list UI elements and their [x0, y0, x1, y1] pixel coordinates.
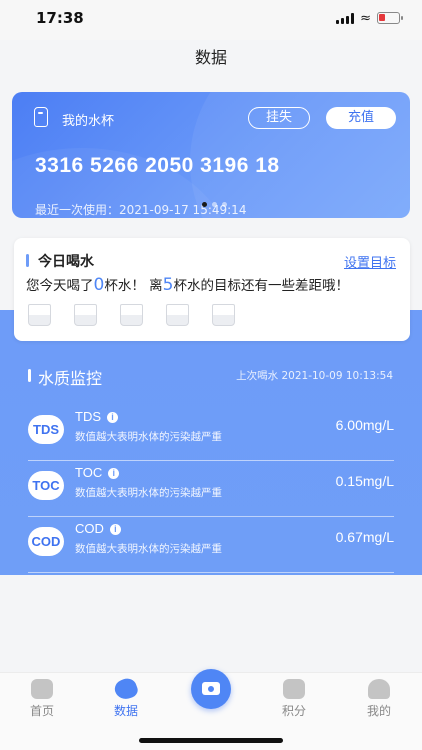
quality-name: COD i	[75, 521, 121, 536]
cup-card[interactable]: 我的水杯 挂失 充值 3316 5266 2050 3196 18 最近一次使用…	[12, 92, 410, 218]
battery-icon	[377, 12, 403, 24]
tab-home[interactable]: 首页	[12, 679, 72, 719]
carousel-dot-active[interactable]	[202, 202, 207, 207]
cup-empty-icon	[28, 304, 51, 326]
data-icon	[112, 675, 140, 703]
quality-name-text: TOC	[75, 465, 103, 480]
card-number: 3316 5266 2050 3196 18	[35, 154, 280, 177]
drink-msg-text: 杯水！ 离	[104, 278, 163, 294]
tab-label: 积分	[281, 704, 306, 718]
quality-value: 6.00mg/L	[335, 417, 394, 433]
quality-row-toc: TOC TOC i 数值越大表明水体的污染越严重 0.15mg/L	[28, 461, 394, 517]
today-drink-card: 今日喝水 设置目标 您今天喝了0杯水！ 离5杯水的目标还有一些差距哦！	[14, 238, 410, 341]
info-icon[interactable]: i	[109, 524, 121, 535]
quality-row-tds: TDS TDS i 数值越大表明水体的污染越严重 6.00mg/L	[28, 405, 394, 461]
quality-value: 0.15mg/L	[335, 473, 394, 489]
quality-name-text: COD	[75, 521, 104, 536]
tds-badge-icon: TDS	[28, 415, 64, 444]
quality-desc: 数值越大表明水体的污染越严重	[75, 431, 222, 443]
drink-title: 今日喝水	[38, 254, 94, 270]
toc-badge-icon: TOC	[28, 471, 64, 500]
cup-empty-icon	[120, 304, 143, 326]
tab-label: 我的	[366, 704, 391, 718]
water-quality-title: 水质监控	[38, 369, 103, 388]
section-marker	[26, 254, 29, 267]
recharge-button[interactable]: 充值	[326, 107, 396, 129]
carousel-dots[interactable]	[202, 202, 227, 207]
tab-data[interactable]: 数据	[96, 675, 156, 719]
quality-desc: 数值越大表明水体的污染越严重	[75, 543, 222, 555]
cup-empty-icon	[212, 304, 235, 326]
cup-icon	[34, 107, 48, 127]
home-indicator	[139, 738, 283, 743]
report-loss-button[interactable]: 挂失	[248, 107, 310, 129]
set-goal-link[interactable]: 设置目标	[344, 252, 396, 271]
tab-mine[interactable]: 我的	[349, 679, 409, 719]
status-bar: 17:38 ≈	[0, 0, 422, 40]
home-icon	[31, 679, 53, 699]
cup-progress	[28, 304, 235, 326]
drink-message: 您今天喝了0杯水！ 离5杯水的目标还有一些差距哦！	[26, 274, 349, 295]
info-icon[interactable]: i	[108, 468, 120, 479]
cup-empty-icon	[74, 304, 97, 326]
camera-lens	[207, 684, 215, 693]
section-marker	[28, 369, 31, 382]
quality-desc: 数值越大表明水体的污染越严重	[75, 487, 222, 499]
quality-value: 0.67mg/L	[335, 529, 394, 545]
page-title: 数据	[194, 48, 227, 67]
signal-icon	[336, 12, 355, 24]
scan-camera-button[interactable]	[191, 669, 231, 709]
points-icon	[283, 679, 305, 699]
card-title: 我的水杯	[62, 114, 115, 129]
quality-row-cod: COD COD i 数值越大表明水体的污染越严重 0.67mg/L	[28, 517, 394, 573]
info-icon[interactable]: i	[107, 412, 118, 423]
cup-empty-icon	[166, 304, 189, 326]
carousel-dot[interactable]	[222, 202, 227, 207]
cups-remaining: 5	[162, 275, 174, 295]
tab-points[interactable]: 积分	[264, 679, 324, 719]
status-icons: ≈	[336, 10, 403, 26]
tab-label: 数据	[113, 704, 138, 718]
quality-name: TOC i	[75, 465, 120, 480]
user-icon	[368, 679, 390, 699]
carousel-dot[interactable]	[212, 202, 217, 207]
cod-badge-icon: COD	[28, 527, 64, 556]
wifi-icon: ≈	[360, 10, 371, 26]
status-time: 17:38	[36, 9, 84, 27]
cups-drunk: 0	[93, 275, 105, 295]
quality-name: TDS i	[75, 409, 118, 424]
drink-msg-text: 杯水的目标还有一些差距哦！	[173, 278, 349, 294]
quality-name-text: TDS	[75, 409, 101, 424]
drink-msg-text: 您今天喝了	[26, 278, 94, 294]
tab-label: 首页	[29, 704, 54, 718]
last-drink-time: 上次喝水 2021-10-09 10:13:54	[236, 370, 393, 382]
